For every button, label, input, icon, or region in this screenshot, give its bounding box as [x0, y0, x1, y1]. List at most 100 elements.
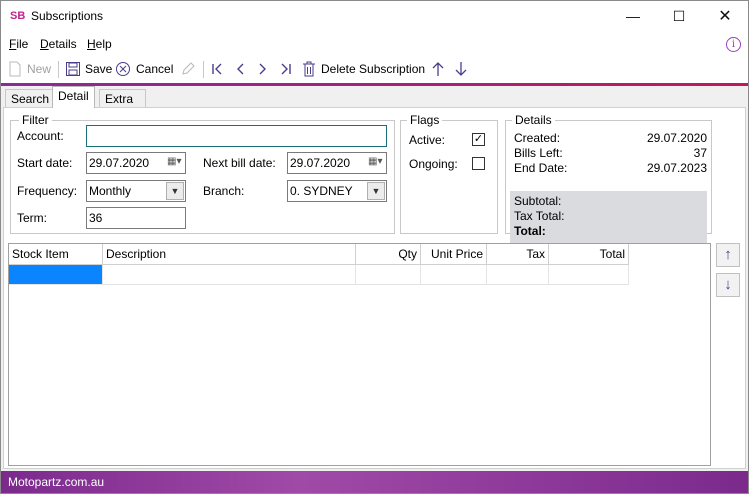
delete-subscription-button[interactable]: Delete Subscription: [321, 60, 425, 78]
next-bill-date-value: 29.07.2020: [290, 156, 351, 170]
term-input[interactable]: [86, 207, 186, 229]
save-button[interactable]: Save: [85, 60, 112, 78]
term-label: Term:: [17, 211, 47, 225]
selected-cell[interactable]: [9, 265, 103, 285]
end-date-label: End Date:: [514, 161, 568, 175]
tab-detail[interactable]: Detail: [52, 86, 95, 108]
branch-select[interactable]: 0. SYDNEY ▼: [287, 180, 387, 202]
menu-file[interactable]: File: [9, 37, 28, 51]
end-date-value: 29.07.2023: [646, 161, 707, 175]
calendar-dropdown-icon[interactable]: ▦▾: [368, 156, 384, 170]
filter-group-title: Filter: [19, 113, 52, 127]
details-group: Details Created: 29.07.2020 Bills Left: …: [505, 113, 712, 243]
tax-total-label: Tax Total:: [514, 209, 565, 223]
info-icon[interactable]: i: [726, 37, 741, 52]
column-header-qty[interactable]: Qty: [356, 244, 421, 265]
table-cell[interactable]: [549, 265, 629, 285]
new-button[interactable]: New: [27, 60, 51, 78]
edit-pencil-icon[interactable]: [180, 61, 196, 77]
trash-icon: [301, 61, 317, 77]
totals-panel: Subtotal: Tax Total: Total:: [510, 191, 707, 243]
column-header-total[interactable]: Total: [549, 244, 629, 265]
window-title: Subscriptions: [31, 9, 104, 23]
new-document-icon: [7, 61, 23, 77]
move-line-up-button[interactable]: ↑: [716, 243, 740, 267]
move-line-down-button[interactable]: ↓: [716, 273, 740, 297]
tab-strip: Search Detail Extra: [1, 86, 748, 108]
ongoing-label: Ongoing:: [409, 157, 458, 171]
next-record-icon[interactable]: [255, 61, 271, 77]
column-header-unit-price[interactable]: Unit Price: [421, 244, 487, 265]
minimize-button[interactable]: —: [610, 1, 656, 32]
minimize-icon: —: [626, 8, 640, 24]
arrow-up-icon: ↑: [724, 246, 732, 263]
bills-left-value: 37: [693, 146, 707, 160]
branch-label: Branch:: [203, 184, 245, 198]
tab-search[interactable]: Search: [5, 89, 56, 108]
detail-panel: Filter Account: Start date: 29.07.2020 ▦…: [3, 107, 746, 469]
created-row: Created: 29.07.2020: [514, 131, 707, 145]
line-items-grid[interactable]: Stock Item Description Qty Unit Price Ta…: [8, 243, 711, 466]
start-date-value: 29.07.2020: [89, 156, 150, 170]
frequency-select[interactable]: Monthly ▼: [86, 180, 186, 202]
branch-value: 0. SYDNEY: [290, 184, 353, 198]
toolbar: New Save Cancel Delete Subscription: [1, 56, 748, 83]
table-cell[interactable]: [356, 265, 421, 285]
maximize-icon: ☐: [672, 8, 686, 24]
subscriptions-window: SB Subscriptions — ☐ ✕ File Details Help…: [0, 0, 749, 494]
filter-group: Filter Account: Start date: 29.07.2020 ▦…: [10, 113, 395, 234]
column-header-tax[interactable]: Tax: [487, 244, 549, 265]
last-record-icon[interactable]: [278, 61, 294, 77]
flags-group: Flags Active: ✓ Ongoing:: [400, 113, 498, 234]
ongoing-checkbox[interactable]: [472, 157, 485, 170]
menu-help[interactable]: Help: [87, 37, 112, 51]
calendar-dropdown-icon[interactable]: ▦▾: [167, 156, 183, 170]
close-icon: ✕: [718, 8, 732, 25]
cancel-button[interactable]: Cancel: [136, 60, 173, 78]
move-down-arrow-icon[interactable]: [453, 61, 469, 77]
account-label: Account:: [17, 129, 64, 143]
start-date-label: Start date:: [17, 156, 73, 170]
first-record-icon[interactable]: [209, 61, 225, 77]
save-icon: [65, 61, 81, 77]
table-cell[interactable]: [487, 265, 549, 285]
maximize-button[interactable]: ☐: [656, 1, 702, 32]
bills-left-label: Bills Left:: [514, 146, 563, 160]
start-date-picker[interactable]: 29.07.2020 ▦▾: [86, 152, 186, 174]
frequency-value: Monthly: [89, 184, 132, 198]
tab-extra[interactable]: Extra: [99, 89, 146, 108]
chevron-down-icon[interactable]: ▼: [367, 182, 385, 200]
move-up-arrow-icon[interactable]: [430, 61, 446, 77]
cancel-icon: [115, 61, 131, 77]
frequency-label: Frequency:: [17, 184, 78, 198]
created-value: 29.07.2020: [646, 131, 707, 145]
created-label: Created:: [514, 131, 561, 145]
menu-bar: File Details Help i: [1, 32, 748, 56]
active-label: Active:: [409, 133, 446, 147]
active-checkbox[interactable]: ✓: [472, 133, 485, 146]
next-bill-date-label: Next bill date:: [203, 156, 276, 170]
flags-group-title: Flags: [407, 113, 443, 127]
menu-details[interactable]: Details: [40, 37, 77, 51]
title-bar: SB Subscriptions — ☐ ✕: [1, 1, 748, 32]
end-date-row: End Date: 29.07.2023: [514, 161, 707, 175]
status-bar: Motopartz.com.au: [1, 471, 748, 493]
account-input[interactable]: [86, 125, 387, 147]
status-text: Motopartz.com.au: [8, 475, 105, 489]
column-header-description[interactable]: Description: [103, 244, 356, 265]
previous-record-icon[interactable]: [232, 61, 248, 77]
bills-left-row: Bills Left: 37: [514, 146, 707, 160]
next-bill-date-picker[interactable]: 29.07.2020 ▦▾: [287, 152, 387, 174]
toolbar-separator: [58, 61, 59, 78]
app-logo: SB: [10, 10, 26, 22]
total-label: Total:: [514, 224, 546, 238]
arrow-down-icon: ↓: [724, 276, 732, 293]
details-group-title: Details: [512, 113, 555, 127]
toolbar-separator: [203, 61, 204, 78]
chevron-down-icon[interactable]: ▼: [166, 182, 184, 200]
subtotal-label: Subtotal:: [514, 194, 562, 208]
table-cell[interactable]: [421, 265, 487, 285]
table-cell[interactable]: [103, 265, 356, 285]
column-header-stock-item[interactable]: Stock Item: [9, 244, 103, 265]
close-button[interactable]: ✕: [702, 1, 748, 32]
